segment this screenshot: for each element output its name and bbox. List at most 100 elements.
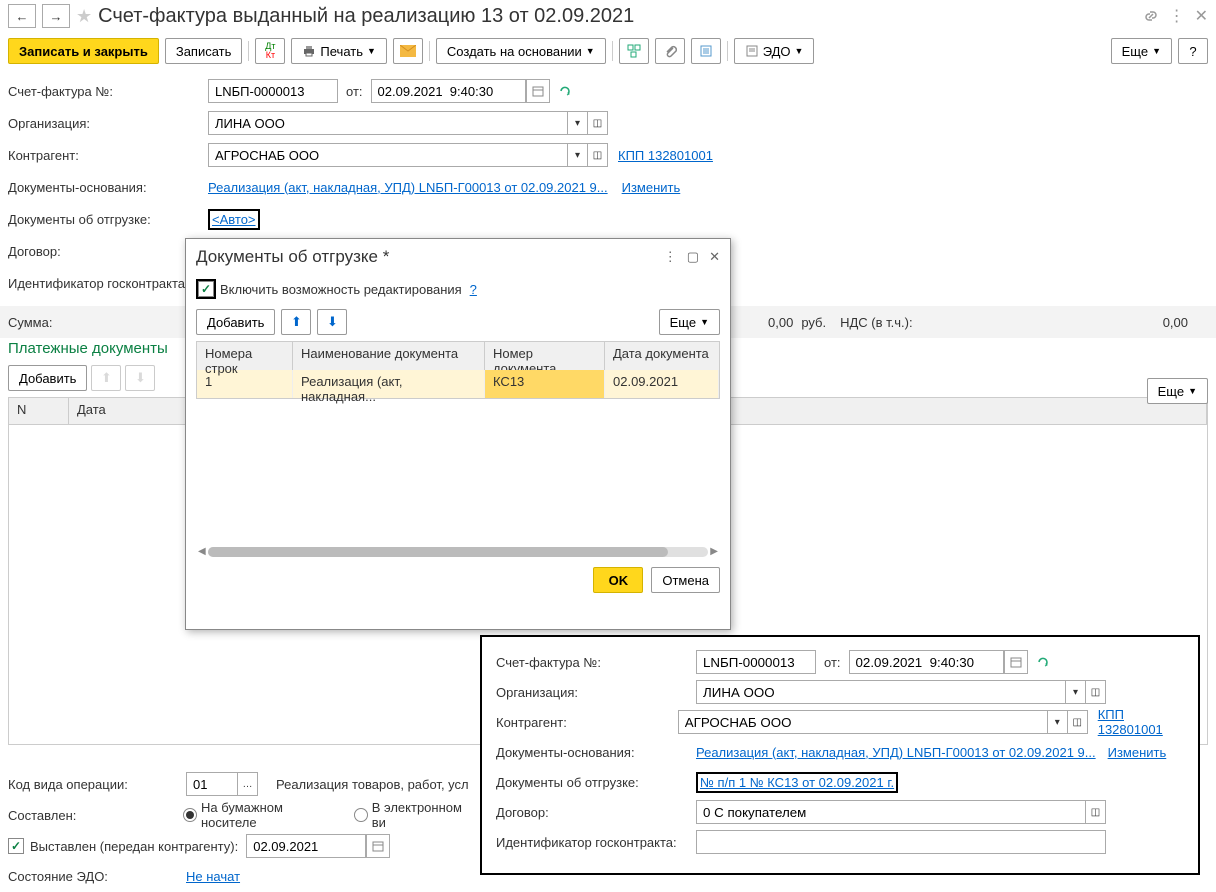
add-payment-button[interactable]: Добавить [8, 365, 87, 391]
currency-label: руб. [801, 315, 826, 330]
edo-button[interactable]: ЭДО ▼ [734, 38, 815, 64]
op-code-input[interactable] [186, 772, 238, 796]
table-row[interactable]: 1 Реализация (акт, накладная... КС13 02.… [197, 370, 719, 398]
bp-gov-label: Идентификатор госконтракта: [496, 835, 696, 850]
cell-date: 02.09.2021 [605, 370, 719, 398]
bp-org-input[interactable] [696, 680, 1066, 704]
cell-docnum[interactable]: КС13 [485, 370, 605, 398]
modal-add-button[interactable]: Добавить [196, 309, 275, 335]
bp-contract-label: Договор: [496, 805, 696, 820]
col-doc-num: Номер документа [485, 342, 605, 370]
edo-state-label: Состояние ЭДО: [8, 869, 186, 884]
structure-button[interactable] [619, 38, 649, 64]
close-icon[interactable]: ✕ [1195, 6, 1208, 26]
org-open-btn[interactable]: ◫ [588, 111, 608, 135]
back-button[interactable]: ← [8, 4, 36, 28]
list-button[interactable] [691, 38, 721, 64]
bp-cal-btn[interactable] [1004, 650, 1028, 674]
scroll-left[interactable]: ◀ [196, 546, 208, 557]
bp-org-label: Организация: [496, 685, 696, 700]
counterparty-input[interactable] [208, 143, 568, 167]
shipment-auto-link[interactable]: <Авто> [212, 212, 256, 227]
col-doc-date: Дата документа [605, 342, 719, 370]
dt-kt-button[interactable]: ДтКт [255, 38, 285, 64]
org-dropdown-btn[interactable]: ▾ [568, 111, 588, 135]
bp-date-input[interactable] [849, 650, 1004, 674]
kpp-link[interactable]: КПП 132801001 [618, 148, 713, 163]
save-button[interactable]: Записать [165, 38, 243, 64]
payment-more-button[interactable]: Еще ▼ [1147, 378, 1208, 404]
attach-button[interactable] [655, 38, 685, 64]
link-icon[interactable] [1143, 8, 1159, 24]
bp-basis-link[interactable]: Реализация (акт, накладная, УПД) LNБП-Г0… [696, 745, 1096, 760]
op-desc: Реализация товаров, работ, усл [276, 777, 469, 792]
scroll-right[interactable]: ▶ [708, 546, 720, 557]
forward-button[interactable]: → [42, 4, 70, 28]
bp-cp-label: Контрагент: [496, 715, 678, 730]
modal-down-button[interactable]: ⬇ [317, 309, 347, 335]
bp-org-dd[interactable]: ▾ [1066, 680, 1086, 704]
radio-electronic[interactable] [354, 808, 368, 822]
print-button[interactable]: Печать ▼ [291, 38, 387, 64]
printer-icon [302, 44, 316, 58]
more-button[interactable]: Еще ▼ [1111, 38, 1172, 64]
ok-button[interactable]: OK [593, 567, 643, 593]
move-up-button[interactable]: ⬆ [91, 365, 121, 391]
issued-checkbox[interactable]: ✓ [8, 838, 24, 854]
invoice-no-input[interactable] [208, 79, 338, 103]
refresh-icon[interactable] [558, 84, 572, 98]
issued-label: Выставлен (передан контрагенту): [30, 839, 238, 854]
date-input[interactable] [371, 79, 526, 103]
issued-cal-btn[interactable] [366, 834, 390, 858]
calendar-icon [532, 85, 544, 97]
bp-refresh-icon[interactable] [1036, 655, 1050, 669]
issued-date-input[interactable] [246, 834, 366, 858]
org-input[interactable] [208, 111, 568, 135]
save-close-button[interactable]: Записать и закрыть [8, 38, 159, 64]
enable-edit-checkbox[interactable]: ✓ [198, 281, 214, 297]
help-link[interactable]: ? [470, 282, 477, 297]
edo-state-link[interactable]: Не начат [186, 869, 240, 884]
modal-menu-icon[interactable]: ⋮ [664, 249, 677, 265]
help-button[interactable]: ? [1178, 38, 1208, 64]
counterparty-open-btn[interactable]: ◫ [588, 143, 608, 167]
star-icon[interactable]: ★ [76, 6, 92, 27]
radio-paper[interactable] [183, 808, 197, 822]
bp-cp-dd[interactable]: ▾ [1048, 710, 1068, 734]
email-button[interactable] [393, 38, 423, 64]
modal-maximize-icon[interactable]: ▢ [687, 249, 699, 265]
modal-title: Документы об отгрузке * [196, 247, 389, 267]
bp-invoice-label: Счет-фактура №: [496, 655, 696, 670]
bp-invoice-input[interactable] [696, 650, 816, 674]
change-link[interactable]: Изменить [622, 180, 681, 195]
create-based-button[interactable]: Создать на основании ▼ [436, 38, 606, 64]
menu-dots-icon[interactable]: ⋮ [1169, 6, 1185, 26]
composed-label: Составлен: [8, 808, 183, 823]
shipment-docs-label: Документы об отгрузке: [8, 212, 208, 227]
calendar-button[interactable] [526, 79, 550, 103]
bp-kpp-link[interactable]: КПП 132801001 [1098, 707, 1184, 737]
modal-close-icon[interactable]: ✕ [709, 249, 720, 265]
contract-label: Договор: [8, 244, 208, 259]
invoice-no-label: Счет-фактура №: [8, 84, 208, 99]
calendar-icon [372, 840, 384, 852]
bp-shipment-link[interactable]: № п/п 1 № КС13 от 02.09.2021 г. [700, 775, 894, 790]
bp-gov-input[interactable] [696, 830, 1106, 854]
op-code-picker[interactable]: … [238, 772, 258, 796]
bp-contract-input[interactable] [696, 800, 1086, 824]
gov-contract-label: Идентификатор госконтракта [8, 276, 208, 291]
bp-cp-input[interactable] [678, 710, 1048, 734]
bp-basis-label: Документы-основания: [496, 745, 696, 760]
bp-contract-open[interactable]: ◫ [1086, 800, 1106, 824]
bp-change-link[interactable]: Изменить [1108, 745, 1167, 760]
cancel-button[interactable]: Отмена [651, 567, 720, 593]
bp-cp-open[interactable]: ◫ [1068, 710, 1088, 734]
scrollbar[interactable] [208, 547, 709, 557]
counterparty-label: Контрагент: [8, 148, 208, 163]
modal-up-button[interactable]: ⬆ [281, 309, 311, 335]
bp-org-open[interactable]: ◫ [1086, 680, 1106, 704]
counterparty-dropdown-btn[interactable]: ▾ [568, 143, 588, 167]
basis-docs-link[interactable]: Реализация (акт, накладная, УПД) LNБП-Г0… [208, 180, 608, 195]
move-down-button[interactable]: ⬇ [125, 365, 155, 391]
modal-more-button[interactable]: Еще ▼ [659, 309, 720, 335]
